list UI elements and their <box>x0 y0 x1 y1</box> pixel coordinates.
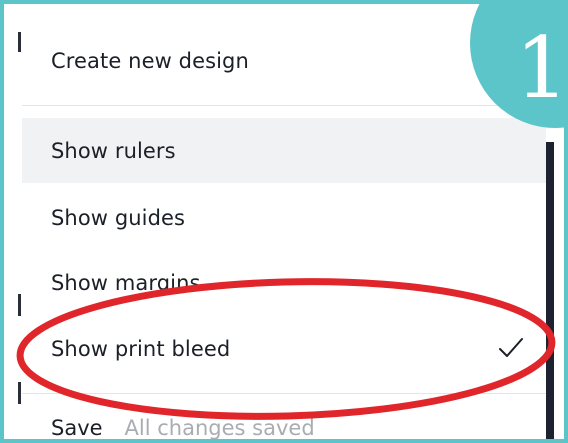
menu-item-show-rulers[interactable]: Show rulers <box>22 118 546 183</box>
menu-item-label: Create new design <box>51 48 249 73</box>
menu-item-label: Show margins <box>51 270 201 295</box>
menu-item-label: Show rulers <box>51 138 176 163</box>
step-badge-number: 1 <box>515 19 568 117</box>
canvas-edge <box>545 142 554 439</box>
menu-item-save[interactable]: Save All changes saved <box>22 416 546 440</box>
save-label: Save <box>51 416 103 440</box>
checkmark-icon <box>499 338 523 357</box>
menu-item-show-print-bleed[interactable]: Show print bleed <box>22 316 546 381</box>
menu-item-show-margins[interactable]: Show margins <box>22 250 546 315</box>
menu-item-show-guides[interactable]: Show guides <box>22 185 546 250</box>
menu-divider <box>22 393 546 394</box>
file-menu: Create new design Show rulers Show guide… <box>22 8 546 440</box>
menu-item-label: Show print bleed <box>51 336 231 361</box>
menu-item-create-new-design[interactable]: Create new design <box>22 28 546 93</box>
canvas-edge-mark <box>18 294 21 316</box>
canvas-edge-mark <box>18 32 21 52</box>
menu-item-label: Show guides <box>51 205 186 230</box>
canvas-background <box>554 142 564 439</box>
save-status-text: All changes saved <box>124 416 315 440</box>
screenshot-frame: Create new design Show rulers Show guide… <box>0 0 568 443</box>
menu-divider <box>22 105 546 106</box>
canvas-edge-mark <box>18 382 21 404</box>
